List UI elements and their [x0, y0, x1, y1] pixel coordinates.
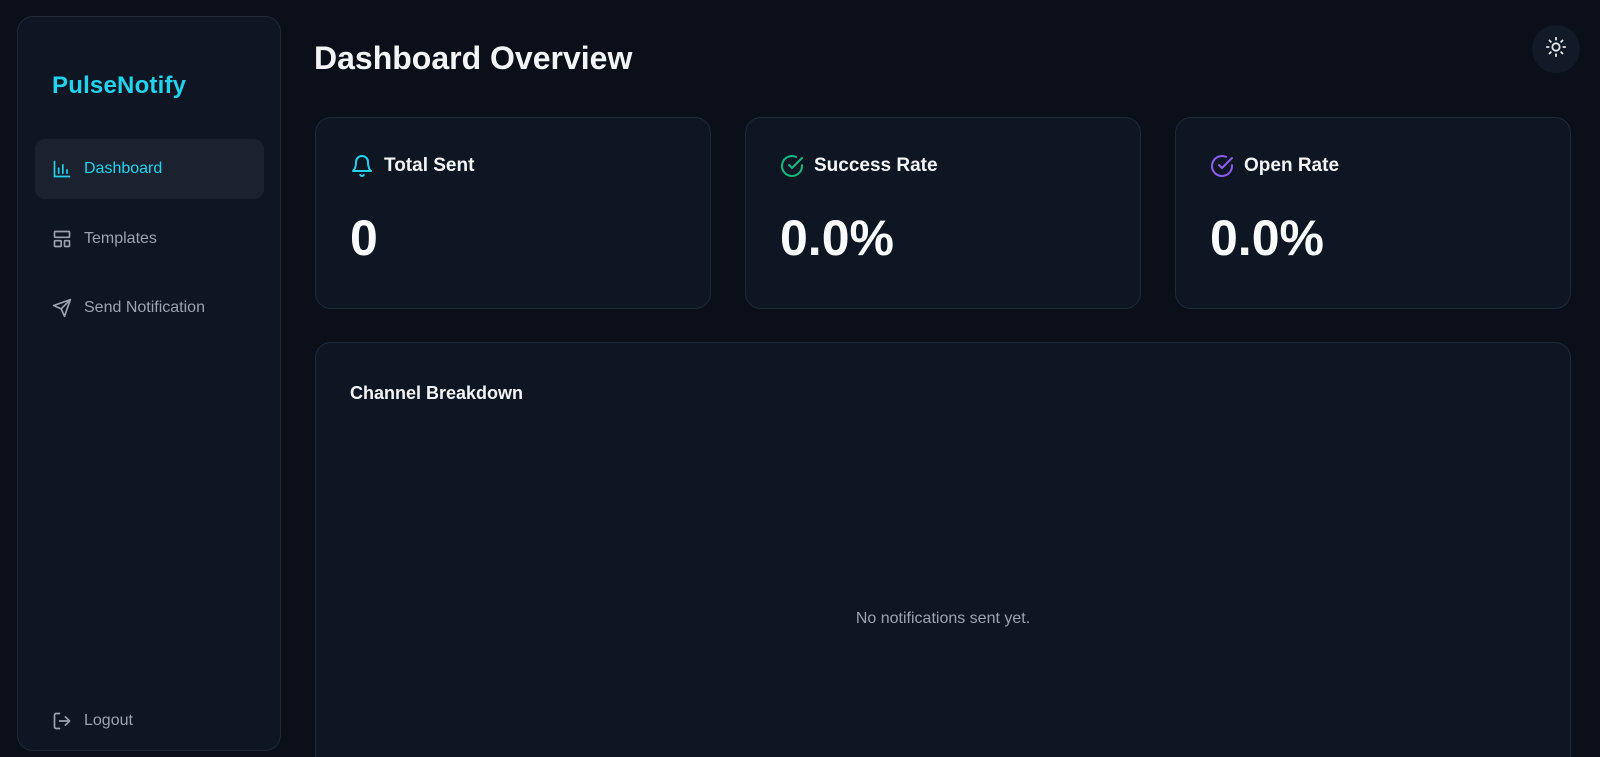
sidebar: PulseNotify Dashboard Templates Send Not…: [17, 16, 281, 751]
logout-label: Logout: [84, 712, 133, 729]
stat-card-success-rate: Success Rate 0.0%: [745, 117, 1141, 309]
check-circle-icon: [780, 154, 804, 178]
stat-value: 0.0%: [780, 210, 894, 266]
bar-chart-icon: [52, 159, 72, 179]
stat-value: 0: [350, 210, 378, 266]
theme-toggle-button[interactable]: [1532, 25, 1580, 73]
bell-icon: [350, 154, 374, 178]
page-title: Dashboard Overview: [314, 40, 633, 76]
stat-card-header: Open Rate: [1210, 154, 1339, 178]
empty-state-message: No notifications sent yet.: [855, 610, 1031, 627]
logout-button[interactable]: Logout: [35, 691, 264, 751]
logout-icon: [52, 711, 72, 731]
panel-title: Channel Breakdown: [350, 383, 524, 403]
channel-breakdown-panel: Channel Breakdown No notifications sent …: [315, 342, 1571, 757]
sun-icon: [1545, 36, 1567, 63]
layout-icon: [52, 229, 72, 249]
sidebar-item-dashboard[interactable]: Dashboard: [35, 139, 264, 199]
stat-card-open-rate: Open Rate 0.0%: [1175, 117, 1571, 309]
sidebar-item-label: Send Notification: [84, 299, 205, 316]
send-icon: [52, 298, 72, 318]
sidebar-item-label: Templates: [84, 230, 157, 247]
app-root: PulseNotify Dashboard Templates Send Not…: [0, 0, 1600, 757]
stat-label: Success Rate: [814, 155, 938, 176]
stat-card-header: Success Rate: [780, 154, 938, 178]
sidebar-item-label: Dashboard: [84, 160, 163, 177]
stat-card-total-sent: Total Sent 0: [315, 117, 711, 309]
stat-card-header: Total Sent: [350, 154, 474, 178]
stat-label: Total Sent: [384, 155, 475, 176]
stat-label: Open Rate: [1244, 155, 1340, 176]
stat-value: 0.0%: [1210, 210, 1324, 266]
sidebar-item-send-notification[interactable]: Send Notification: [35, 278, 264, 338]
check-circle-icon: [1210, 154, 1234, 178]
brand-logo[interactable]: PulseNotify: [52, 72, 186, 100]
sidebar-item-templates[interactable]: Templates: [35, 209, 264, 269]
